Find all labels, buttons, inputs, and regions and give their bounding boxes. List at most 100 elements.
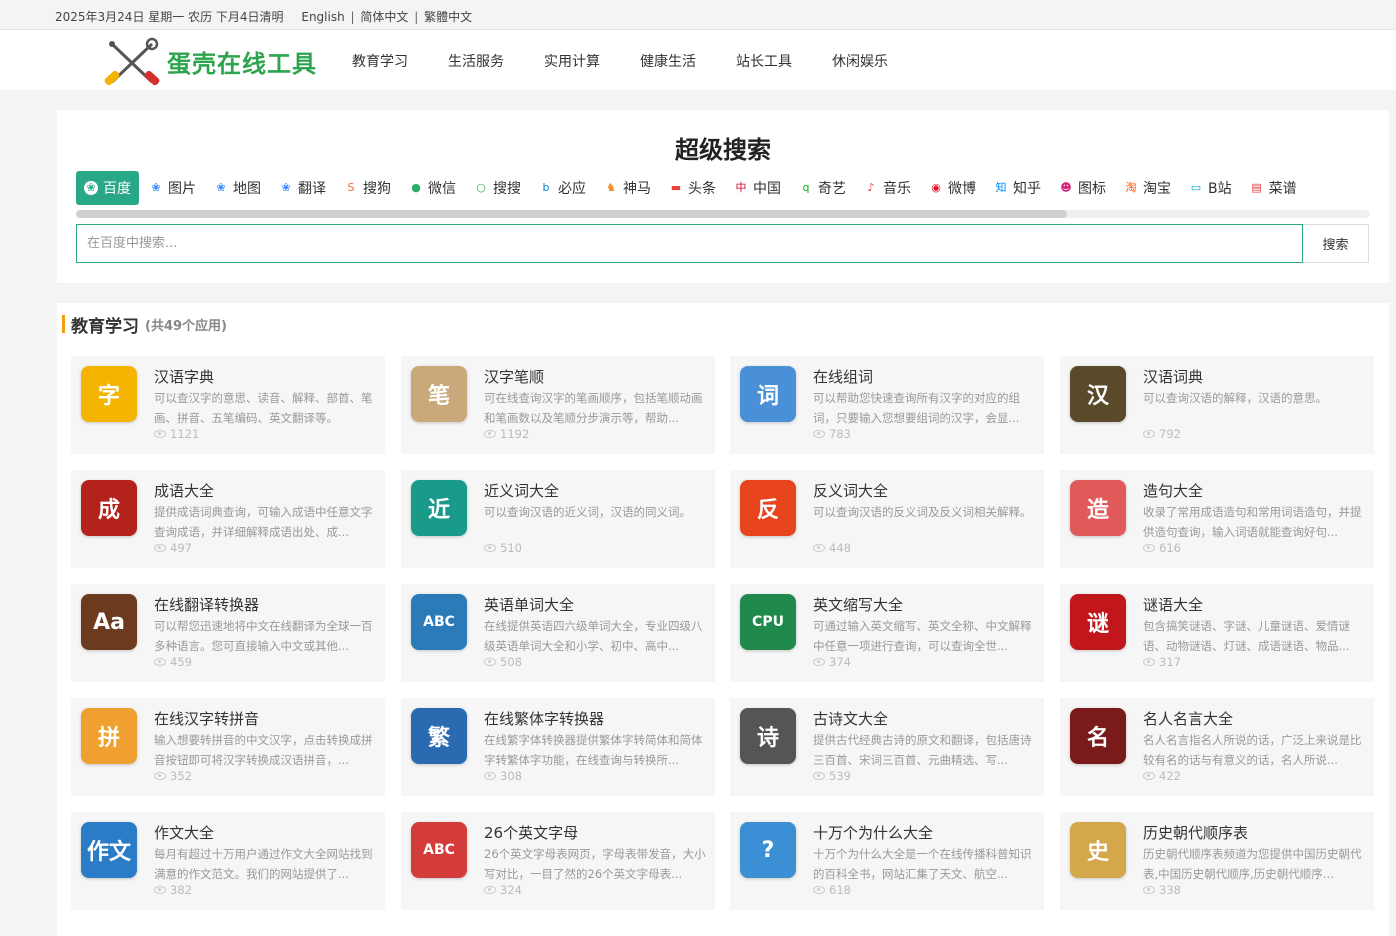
app-card[interactable]: 名名人名言大全 名人名言指名人所说的话，广泛上来说是比较有名的话与有意义的话，名人… — [1060, 698, 1374, 796]
engine-tab[interactable]: ♞ 神马 — [596, 171, 659, 205]
app-card[interactable]: 字汉语字典 可以查汉字的意思、读音、解释、部首、笔画、拼音、五笔编码、英文翻译等。… — [71, 356, 385, 454]
app-card[interactable]: Aa 在线翻译转换器 可以帮您迅速地将中文在线翻译为全球一百多种语言。您可直接输入中… — [71, 584, 385, 682]
app-card[interactable]: ABC 英语单词大全 在线提供英语四六级单词大全，专业四级八级英语单词大全和小学、初… — [401, 584, 715, 682]
engine-tab[interactable]: ❀ 翻译 — [271, 171, 334, 205]
paw-icon: ❀ — [281, 181, 291, 194]
app-card[interactable]: 成成语大全 提供成语词典查询，可输入成语中任意文字查询成语，并详细解释成语出处、成… — [71, 470, 385, 568]
view-count: 422 — [1159, 769, 1181, 783]
app-card[interactable]: 作文 作文大全 每月有超过十万用户通过作文大全网站找到满意的作文范文。我们的网站提供… — [71, 812, 385, 910]
section-header: 教育学习 (共49个应用) — [62, 315, 227, 337]
engine-tab[interactable]: ❀ 百度 — [76, 171, 139, 205]
question-marks-icon: ? — [740, 822, 796, 878]
app-card-title[interactable]: 成语大全 — [154, 480, 214, 501]
site-logo-text[interactable]: 蛋壳在线工具 — [167, 44, 317, 79]
app-card-views: 308 — [484, 769, 522, 783]
nav-item-health[interactable]: 健康生活 — [640, 51, 696, 71]
app-card-views: 382 — [154, 883, 192, 897]
engine-tab[interactable]: ▭ B站 — [1181, 171, 1240, 205]
engine-tab[interactable]: ❀ 地图 — [206, 171, 269, 205]
engine-tab[interactable]: ▤ 菜谱 — [1242, 171, 1305, 205]
app-card-title[interactable]: 汉语字典 — [154, 366, 214, 387]
engine-tab[interactable]: ▬ 头条 — [661, 171, 724, 205]
search-input[interactable] — [76, 224, 1303, 263]
engine-tab[interactable]: S 搜狗 — [336, 171, 399, 205]
app-card-title[interactable]: 谜语大全 — [1143, 594, 1203, 615]
lantern-riddle-icon: 谜 — [1070, 594, 1126, 650]
app-card-title[interactable]: 名人名言大全 — [1143, 708, 1233, 729]
app-card[interactable]: 拼在线汉字转拼音 输入想要转拼音的中文汉字，点击转换成拼音按钮即可将汉字转换成汉语… — [71, 698, 385, 796]
app-card-title[interactable]: 英文缩写大全 — [813, 594, 903, 615]
lang-traditional-link[interactable]: 繁體中文 — [424, 10, 472, 24]
lang-english-link[interactable]: English — [301, 10, 344, 24]
engine-tab-label: 必应 — [558, 181, 586, 197]
engine-tab[interactable]: ○ 搜搜 — [466, 171, 529, 205]
engine-tab[interactable]: ☻ 图标 — [1051, 171, 1114, 205]
app-card-description: 包含搞笑谜语、字谜、儿童谜语、爱情谜语、动物谜语、灯谜、成语谜语、物品... — [1143, 619, 1350, 653]
engine-tab[interactable]: ◉ 微博 — [921, 171, 984, 205]
nav-item-webmaster[interactable]: 站长工具 — [736, 51, 792, 71]
view-count: 459 — [170, 655, 192, 669]
view-count: 448 — [829, 541, 851, 555]
app-card[interactable]: 繁在线繁体字转换器 在线繁字体转换器提供繁体字转简体和简体字转繁体字功能，在线查询… — [401, 698, 715, 796]
app-card[interactable]: CPU 英文缩写大全 可通过输入英文缩写、英文全称、中文解释中任意一项进行查询，可以… — [730, 584, 1044, 682]
app-card[interactable]: 诗古诗文大全 提供古代经典古诗的原文和翻译，包括唐诗三百首、宋词三百首、元曲精选、… — [730, 698, 1044, 796]
app-card-title[interactable]: 古诗文大全 — [813, 708, 888, 729]
app-card-title[interactable]: 在线组词 — [813, 366, 873, 387]
section-accent-bar — [62, 315, 65, 333]
app-card-title[interactable]: 历史朝代顺序表 — [1143, 822, 1248, 843]
cpu-abbreviation-icon: CPU — [740, 594, 796, 650]
app-card-title[interactable]: 汉字笔顺 — [484, 366, 544, 387]
engine-tab[interactable]: ❀ 图片 — [141, 171, 204, 205]
app-card[interactable]: 词在线组词 可以帮助您快速查询所有汉字的对应的组词，只要输入您想要组词的汉字，会显… — [730, 356, 1044, 454]
view-count: 324 — [500, 883, 522, 897]
search-button[interactable]: 搜索 — [1303, 224, 1369, 263]
app-card[interactable]: ABC 26个英文字母 26个英文字母表网页，字母表带发音，大小写对比，一目了然的2… — [401, 812, 715, 910]
crossed-tools-icon[interactable] — [100, 36, 164, 88]
eye-icon — [813, 544, 825, 552]
app-card[interactable]: 近近义词大全 可以查询汉语的近义词，汉语的同义词。 510 — [401, 470, 715, 568]
nav-item-calculator[interactable]: 实用计算 — [544, 51, 600, 71]
app-card-title[interactable]: 近义词大全 — [484, 480, 559, 501]
app-card[interactable]: 史历史朝代顺序表 历史朝代顺序表频道为您提供中国历史朝代表,中国历史朝代顺序,历史… — [1060, 812, 1374, 910]
app-card-views: 459 — [154, 655, 192, 669]
lang-simplified-link[interactable]: 简体中文 — [360, 10, 408, 24]
engine-tabs-scrollbar[interactable] — [76, 210, 1370, 218]
app-card-title[interactable]: 在线翻译转换器 — [154, 594, 259, 615]
engine-tab[interactable]: ♪ 音乐 — [856, 171, 919, 205]
recipe-icon: ▤ — [1251, 181, 1262, 194]
app-card[interactable]: 反反义词大全 可以查询汉语的反义词及反义词相关解释。 448 — [730, 470, 1044, 568]
engine-tab[interactable]: ● 微信 — [401, 171, 464, 205]
app-card[interactable]: 造造句大全 收录了常用成语造句和常用词语造句，并提供造句查询，输入词语就能查询好句… — [1060, 470, 1374, 568]
app-card-title[interactable]: 在线繁体字转换器 — [484, 708, 604, 729]
app-card-title[interactable]: 26个英文字母 — [484, 822, 578, 843]
app-card-title[interactable]: 造句大全 — [1143, 480, 1203, 501]
app-card-title[interactable]: 汉语词典 — [1143, 366, 1203, 387]
app-card-title[interactable]: 在线汉字转拼音 — [154, 708, 259, 729]
app-card-description: 可以帮您迅速地将中文在线翻译为全球一百多种语言。您可直接输入中文或其他... — [154, 619, 373, 653]
dictionary-book-icon: 字 — [81, 366, 137, 422]
eye-icon — [813, 772, 825, 780]
eye-icon — [154, 886, 166, 894]
engine-tab[interactable]: 知知乎 — [986, 171, 1049, 205]
engine-tab[interactable]: b 必应 — [531, 171, 594, 205]
nav-item-entertainment[interactable]: 休闲娱乐 — [832, 51, 888, 71]
graduation-books-icon: 词 — [740, 366, 796, 422]
jian-fan-icon: 繁 — [411, 708, 467, 764]
engine-tab[interactable]: 中中国 — [726, 171, 789, 205]
app-card[interactable]: 汉汉语词典 可以查询汉语的解释，汉语的意思。 792 — [1060, 356, 1374, 454]
app-card[interactable]: 谜谜语大全包含搞笑谜语、字谜、儿童谜语、爱情谜语、动物谜语、灯谜、成语谜语、物品… — [1060, 584, 1374, 682]
app-card-title[interactable]: 十万个为什么大全 — [813, 822, 933, 843]
app-card-title[interactable]: 英语单词大全 — [484, 594, 574, 615]
app-card[interactable]: 笔汉字笔顺 可在线查询汉字的笔画顺序，包括笔顺动画和笔画数以及笔顺分步演示等，帮助… — [401, 356, 715, 454]
nav-item-life[interactable]: 生活服务 — [448, 51, 504, 71]
engine-tab[interactable]: 淘淘宝 — [1116, 171, 1179, 205]
app-card[interactable]: ? 十万个为什么大全 十万个为什么大全是一个在线传播科普知识的百科全书，网站汇集了天… — [730, 812, 1044, 910]
nav-item-education[interactable]: 教育学习 — [352, 51, 408, 71]
alien-icon: ☻ — [1060, 181, 1072, 194]
app-card-title[interactable]: 反义词大全 — [813, 480, 888, 501]
engine-tab[interactable]: q 奇艺 — [791, 171, 854, 205]
app-card-title[interactable]: 作文大全 — [154, 822, 214, 843]
scrollbar-thumb[interactable] — [76, 210, 1068, 218]
eye-icon — [484, 544, 496, 552]
app-card-description: 在线提供英语四六级单词大全，专业四级八级英语单词大全和小学、初中、高中... — [484, 619, 703, 653]
